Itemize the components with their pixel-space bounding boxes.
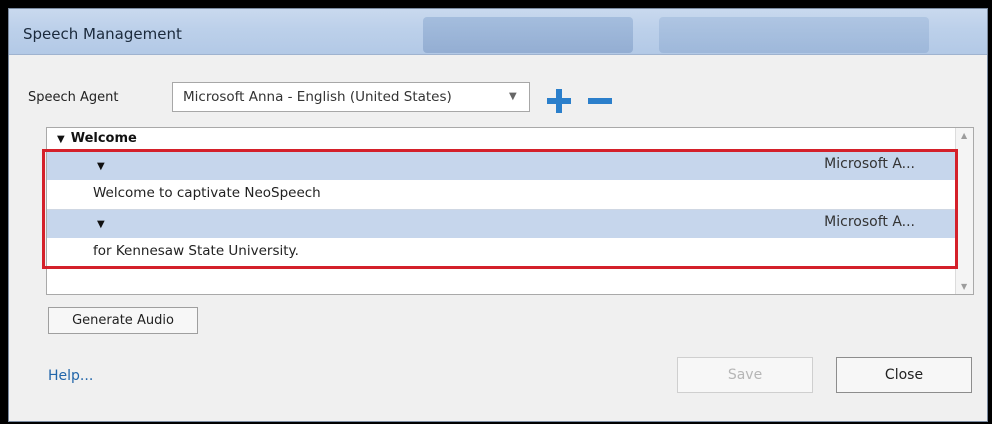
triangle-down-icon[interactable]: ▼ [57, 134, 65, 145]
row-header[interactable]: ▼ Microsoft A... [47, 152, 955, 180]
group-header[interactable]: ▼ Welcome [47, 128, 955, 150]
row-text[interactable]: for Kennesaw State University. [93, 243, 299, 259]
scroll-down-icon[interactable]: ▼ [961, 282, 967, 291]
speech-list[interactable]: ▼ Welcome ▼ Microsoft A... Welcome to cap… [46, 127, 974, 295]
title-bar-decoration [423, 17, 633, 53]
speech-agent-label: Speech Agent [28, 90, 119, 105]
row-header[interactable]: ▼ Microsoft A... [47, 210, 955, 238]
row-agent: Microsoft A... [824, 214, 915, 230]
vertical-scrollbar[interactable]: ▲ ▼ [955, 128, 973, 294]
speech-agent-select[interactable]: Microsoft Anna - English (United States)… [172, 82, 530, 112]
plus-icon[interactable] [547, 89, 571, 113]
row-text[interactable]: Welcome to captivate NeoSpeech [93, 185, 321, 201]
row-agent: Microsoft A... [824, 156, 915, 172]
minus-icon[interactable] [588, 98, 612, 104]
save-button[interactable]: Save [677, 357, 813, 393]
close-button[interactable]: Close [836, 357, 972, 393]
scroll-up-icon[interactable]: ▲ [961, 131, 967, 140]
window-title: Speech Management [23, 25, 182, 43]
list-item[interactable]: ▼ Microsoft A... for Kennesaw State Univ… [47, 210, 955, 268]
triangle-down-icon[interactable]: ▼ [97, 161, 105, 172]
title-bar-decoration [659, 17, 929, 53]
speech-agent-value: Microsoft Anna - English (United States) [183, 89, 452, 105]
generate-audio-button[interactable]: Generate Audio [48, 307, 198, 334]
triangle-down-icon[interactable]: ▼ [97, 219, 105, 230]
chevron-down-icon[interactable]: ▼ [509, 89, 523, 105]
help-link[interactable]: Help... [48, 368, 93, 384]
list-item[interactable]: ▼ Microsoft A... Welcome to captivate Ne… [47, 152, 955, 210]
title-bar[interactable]: Speech Management [9, 9, 987, 55]
group-title: Welcome [70, 131, 137, 146]
